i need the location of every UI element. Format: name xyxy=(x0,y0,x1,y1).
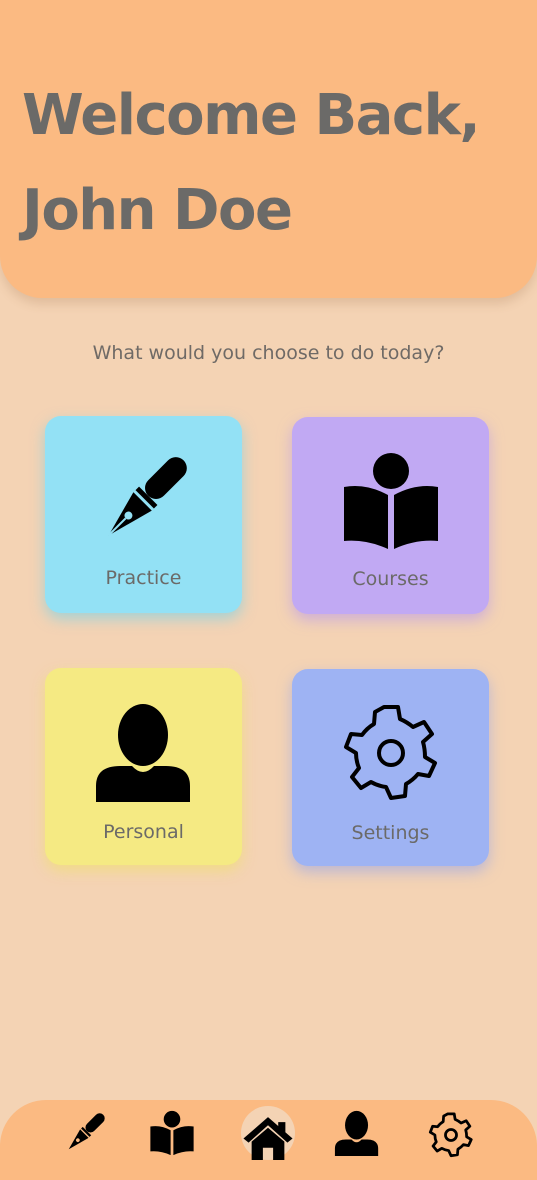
pen-icon xyxy=(68,1113,105,1150)
courses-tile[interactable]: Courses xyxy=(292,417,489,614)
nav-courses[interactable] xyxy=(145,1106,199,1160)
welcome-title: Welcome Back, John Doe xyxy=(22,68,481,258)
welcome-header: Welcome Back, John Doe xyxy=(0,0,537,298)
user-icon xyxy=(334,1110,379,1156)
user-icon xyxy=(95,704,190,802)
practice-tile[interactable]: Practice xyxy=(45,416,242,613)
gear-icon xyxy=(428,1112,473,1158)
bottom-nav xyxy=(0,1100,537,1180)
welcome-line-1: Welcome Back, xyxy=(22,83,481,148)
settings-label: Settings xyxy=(351,822,430,844)
pen-icon xyxy=(107,457,187,537)
personal-tile[interactable]: Personal xyxy=(45,668,242,865)
nav-settings[interactable] xyxy=(424,1106,478,1160)
gear-icon xyxy=(343,705,437,800)
choice-prompt: What would you choose to do today? xyxy=(92,342,445,364)
practice-label: Practice xyxy=(105,567,182,589)
courses-label: Courses xyxy=(352,568,429,590)
personal-label: Personal xyxy=(103,821,184,843)
nav-home[interactable] xyxy=(241,1106,295,1160)
nav-practice[interactable] xyxy=(58,1106,112,1160)
book-reader-icon xyxy=(150,1110,194,1156)
home-icon xyxy=(243,1117,293,1160)
nav-personal[interactable] xyxy=(330,1106,384,1160)
welcome-line-2: John Doe xyxy=(22,178,293,243)
book-reader-icon xyxy=(343,453,438,549)
settings-tile[interactable]: Settings xyxy=(292,669,489,866)
